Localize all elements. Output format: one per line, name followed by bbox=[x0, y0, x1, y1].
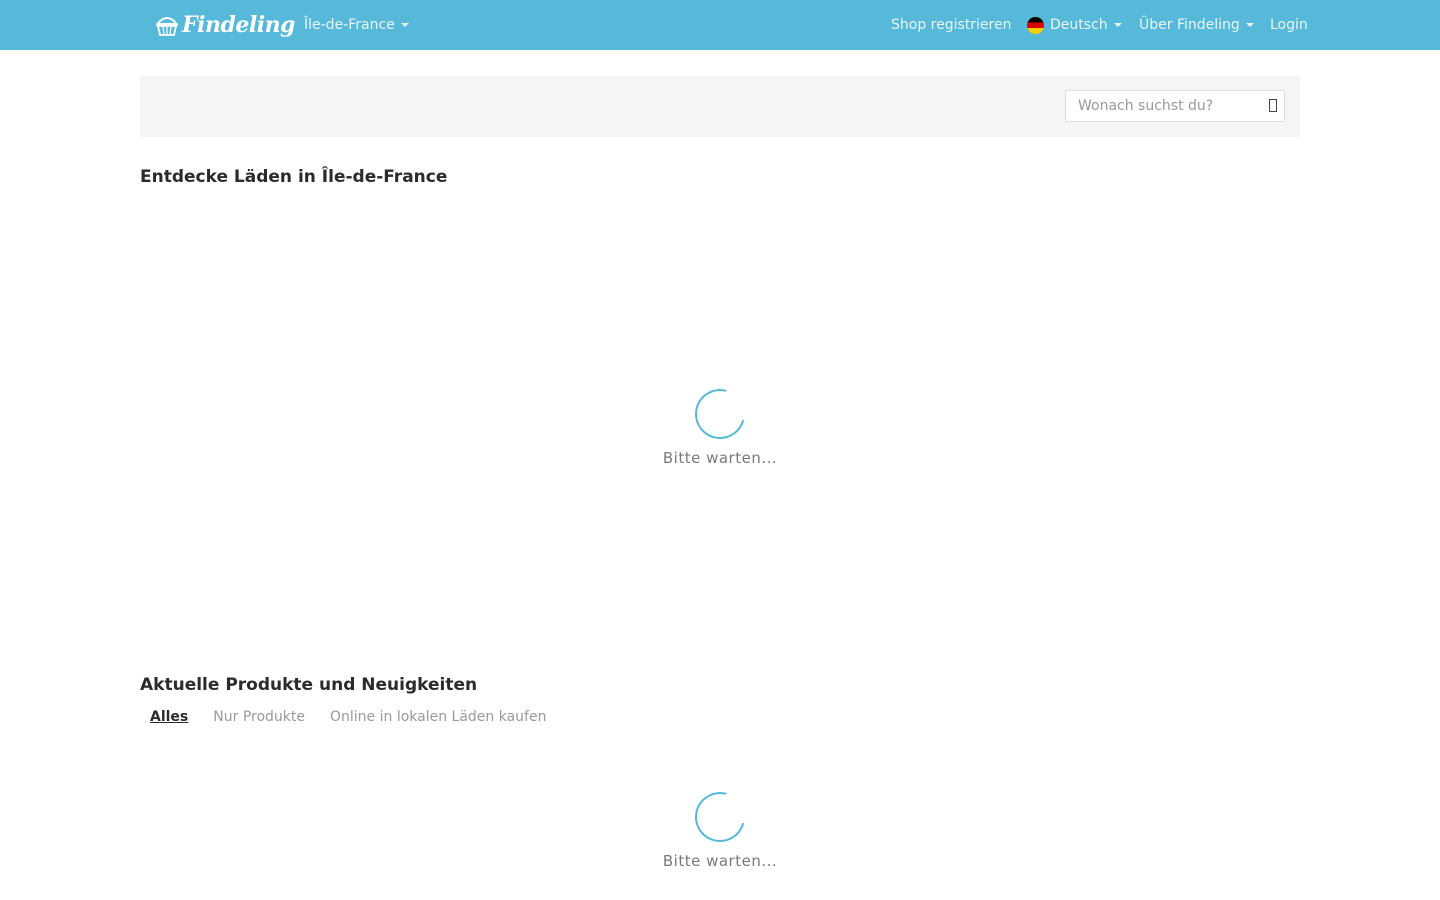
tab-buy-online-local[interactable]: Online in lokalen Läden kaufen bbox=[330, 709, 546, 725]
news-loader: Bitte warten... bbox=[620, 782, 820, 870]
register-shop-link[interactable]: Shop registrieren bbox=[891, 0, 1011, 50]
brand-logo[interactable]: Findeling bbox=[154, 9, 295, 41]
news-section-title: Aktuelle Produkte und Neuigkeiten bbox=[140, 675, 478, 695]
brand-name: Findeling bbox=[182, 12, 295, 38]
login-link[interactable]: Login bbox=[1270, 0, 1308, 50]
search-input[interactable] bbox=[1066, 91, 1256, 121]
search-bar-container bbox=[140, 76, 1300, 137]
about-label: Über Findeling bbox=[1139, 17, 1240, 33]
region-dropdown[interactable]: Île-de-France bbox=[304, 0, 409, 50]
search-icon[interactable] bbox=[1266, 99, 1280, 113]
german-flag-icon bbox=[1027, 16, 1044, 34]
basket-icon bbox=[156, 17, 178, 36]
caret-down-icon bbox=[400, 23, 409, 27]
tab-all[interactable]: Alles bbox=[150, 709, 188, 725]
loading-spinner-icon bbox=[685, 782, 755, 852]
login-label: Login bbox=[1270, 17, 1308, 33]
discover-loader: Bitte warten... bbox=[620, 379, 820, 467]
loading-text: Bitte warten... bbox=[662, 449, 778, 467]
tab-products-only[interactable]: Nur Produkte bbox=[213, 709, 305, 725]
news-filter-tabs: Alles Nur Produkte Online in lokalen Läd… bbox=[150, 706, 571, 728]
register-shop-label: Shop registrieren bbox=[891, 17, 1012, 33]
caret-down-icon bbox=[1113, 23, 1122, 27]
language-label: Deutsch bbox=[1050, 17, 1108, 33]
loading-text: Bitte warten... bbox=[662, 852, 778, 870]
language-dropdown[interactable]: Deutsch bbox=[1027, 0, 1122, 50]
search-box bbox=[1065, 90, 1285, 122]
region-label: Île-de-France bbox=[304, 17, 395, 33]
discover-section-title: Entdecke Läden in Île-de-France bbox=[140, 167, 448, 187]
top-navbar: Findeling Île-de-France Shop registriere… bbox=[0, 0, 1440, 50]
loading-spinner-icon bbox=[685, 379, 755, 449]
about-dropdown[interactable]: Über Findeling bbox=[1139, 0, 1254, 50]
caret-down-icon bbox=[1245, 23, 1254, 27]
